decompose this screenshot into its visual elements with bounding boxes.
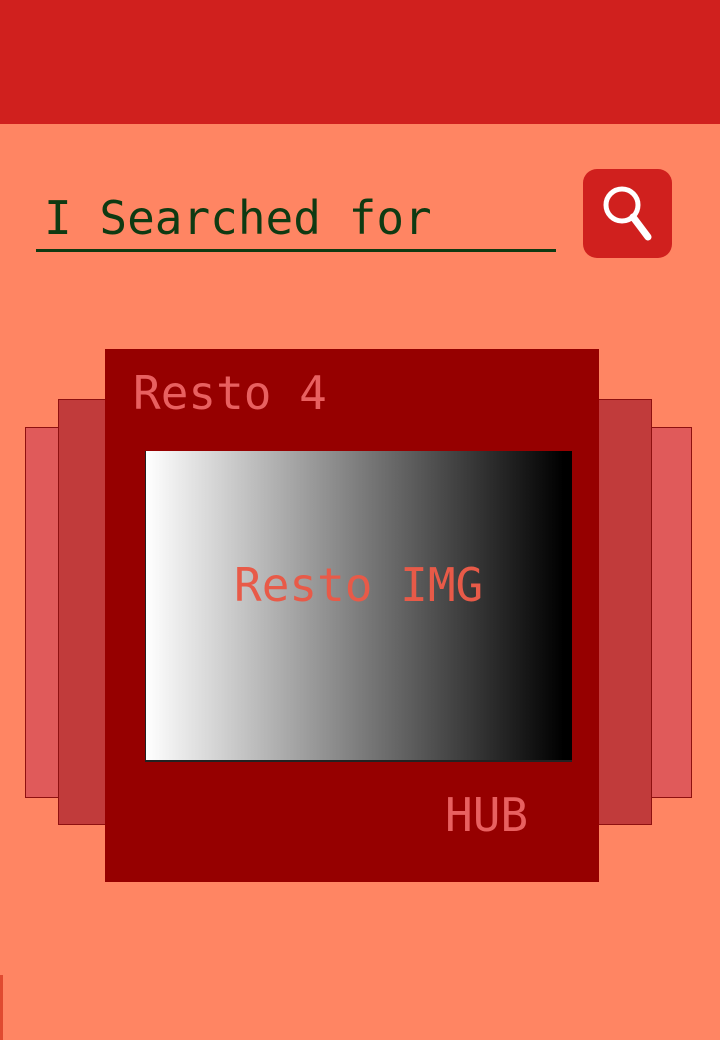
magnifying-glass-icon: [603, 186, 651, 240]
card-image: Resto IMG: [145, 451, 572, 762]
search-button[interactable]: [583, 169, 672, 258]
card-footer-label: HUB: [445, 788, 529, 842]
card-title: Resto 4: [133, 366, 327, 420]
card-image-label: Resto IMG: [234, 558, 484, 612]
search-text: I Searched for: [44, 191, 432, 245]
top-bar: [0, 0, 720, 124]
restaurant-card[interactable]: Resto 4 Resto IMG HUB: [105, 349, 599, 882]
card-back-left-inner: [58, 399, 108, 825]
card-back-right-inner: [596, 399, 652, 825]
card-back-right-outer: [645, 427, 692, 798]
search-field[interactable]: I Searched for: [36, 186, 556, 252]
corner-mark: [0, 975, 3, 1040]
